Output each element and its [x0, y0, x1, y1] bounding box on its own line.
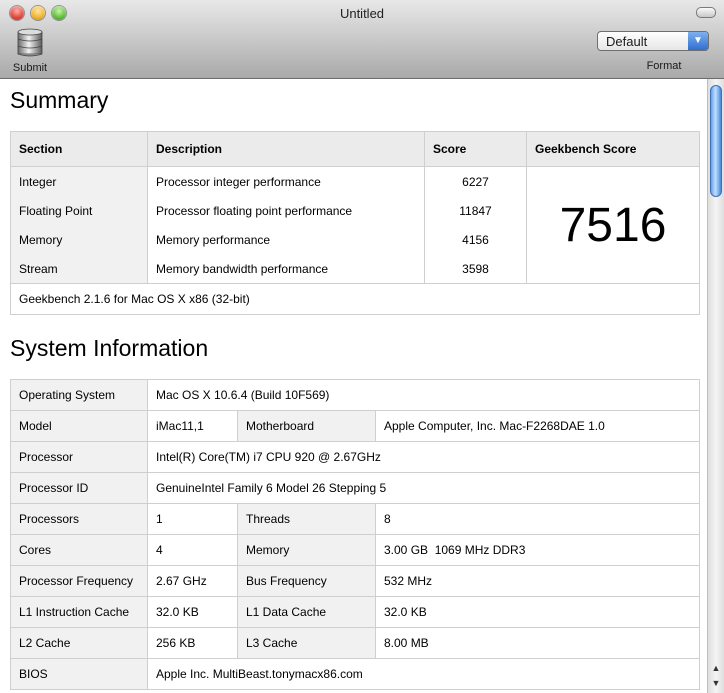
info-value: 32.0 KB [375, 596, 700, 628]
info-label: L1 Data Cache [237, 596, 376, 628]
header-description: Description [147, 131, 425, 167]
info-label: Processors [10, 503, 148, 535]
info-value: Apple Inc. MultiBeast.tonymacx86.com [147, 658, 700, 690]
table-row: Operating System Mac OS X 10.6.4 (Build … [10, 379, 700, 411]
scroll-down-arrow[interactable]: ▼ [708, 676, 724, 690]
table-row: Processor Frequency 2.67 GHz Bus Frequen… [10, 565, 700, 597]
table-row: L1 Instruction Cache 32.0 KB L1 Data Cac… [10, 596, 700, 628]
scrollbar-thumb[interactable] [710, 85, 722, 197]
table-row: Cores 4 Memory 3.00 GB 1069 MHz DDR3 [10, 534, 700, 566]
info-label: L2 Cache [10, 627, 148, 659]
info-value: 2.67 GHz [147, 565, 238, 597]
info-label: L1 Instruction Cache [10, 596, 148, 628]
summary-heading: Summary [10, 87, 109, 113]
info-value: 4 [147, 534, 238, 566]
info-value: 32.0 KB [147, 596, 238, 628]
summary-footer: Geekbench 2.1.6 for Mac OS X x86 (32-bit… [10, 283, 700, 315]
scroll-up-arrow[interactable]: ▲ [708, 661, 724, 675]
format-label: Format [646, 60, 682, 72]
summary-table: Section Description Score Geekbench Scor… [10, 131, 700, 315]
info-label: Operating System [10, 379, 148, 411]
toolbar-toggle-button[interactable] [696, 7, 716, 18]
row-section: Memory [10, 225, 148, 254]
system-info-heading: System Information [10, 335, 209, 361]
info-value: 532 MHz [375, 565, 700, 597]
info-label: Processor [10, 441, 148, 473]
row-description: Memory performance [147, 225, 425, 254]
info-label: Model [10, 410, 148, 442]
chevron-down-icon: ▼ [688, 32, 708, 50]
row-section: Stream [10, 254, 148, 284]
info-label: Memory [237, 534, 376, 566]
info-value: Mac OS X 10.6.4 (Build 10F569) [147, 379, 700, 411]
info-label: Threads [237, 503, 376, 535]
system-info-table: Operating System Mac OS X 10.6.4 (Build … [10, 379, 700, 690]
row-score: 4156 [424, 225, 527, 254]
submit-label: Submit [12, 62, 48, 74]
row-section: Integer [10, 166, 148, 196]
info-label: Processor Frequency [10, 565, 148, 597]
window-title: Untitled [339, 6, 385, 21]
table-row: Processor ID GenuineIntel Family 6 Model… [10, 472, 700, 504]
format-selected-value: Default [606, 34, 648, 49]
vertical-scrollbar[interactable]: ▲ ▼ [707, 79, 724, 693]
app-window: Untitled Submit Default ▼ Format Summary… [0, 0, 724, 693]
row-description: Memory bandwidth performance [147, 254, 425, 284]
info-value: Intel(R) Core(TM) i7 CPU 920 @ 2.67GHz [147, 441, 700, 473]
info-value: GenuineIntel Family 6 Model 26 Stepping … [147, 472, 700, 504]
format-select[interactable]: Default ▼ [597, 31, 709, 51]
database-icon [15, 28, 45, 58]
submit-button[interactable]: Submit [8, 28, 52, 74]
info-label: L3 Cache [237, 627, 376, 659]
table-row: Model iMac11,1 Motherboard Apple Compute… [10, 410, 700, 442]
row-score: 6227 [424, 166, 527, 196]
table-row: L2 Cache 256 KB L3 Cache 8.00 MB [10, 627, 700, 659]
info-value: 3.00 GB 1069 MHz DDR3 [375, 534, 700, 566]
row-description: Processor floating point performance [147, 196, 425, 225]
info-label: Bus Frequency [237, 565, 376, 597]
geekbench-score: 7516 [526, 166, 700, 284]
row-description: Processor integer performance [147, 166, 425, 196]
title-bar: Untitled Submit Default ▼ Format [0, 0, 724, 79]
format-toolbar-item: Default ▼ Format [596, 31, 712, 72]
info-value: 8.00 MB [375, 627, 700, 659]
info-label: Processor ID [10, 472, 148, 504]
info-value: iMac11,1 [147, 410, 238, 442]
info-value: 1 [147, 503, 238, 535]
header-geekbench-score: Geekbench Score [526, 131, 700, 167]
info-value: 8 [375, 503, 700, 535]
row-score: 3598 [424, 254, 527, 284]
info-label: Motherboard [237, 410, 376, 442]
table-row: Processors 1 Threads 8 [10, 503, 700, 535]
table-row: Processor Intel(R) Core(TM) i7 CPU 920 @… [10, 441, 700, 473]
info-label: BIOS [10, 658, 148, 690]
table-row: BIOS Apple Inc. MultiBeast.tonymacx86.co… [10, 658, 700, 690]
summary-header-row: Section Description Score Geekbench Scor… [10, 131, 700, 167]
table-row: Integer Processor integer performance 62… [10, 166, 700, 284]
info-value: 256 KB [147, 627, 238, 659]
info-value: Apple Computer, Inc. Mac-F2268DAE 1.0 [375, 410, 700, 442]
row-score: 11847 [424, 196, 527, 225]
info-label: Cores [10, 534, 148, 566]
header-section: Section [10, 131, 148, 167]
header-score: Score [424, 131, 527, 167]
report-content: Summary Section Description Score Geekbe… [0, 79, 707, 693]
row-section: Floating Point [10, 196, 148, 225]
summary-footer-row: Geekbench 2.1.6 for Mac OS X x86 (32-bit… [10, 283, 700, 315]
